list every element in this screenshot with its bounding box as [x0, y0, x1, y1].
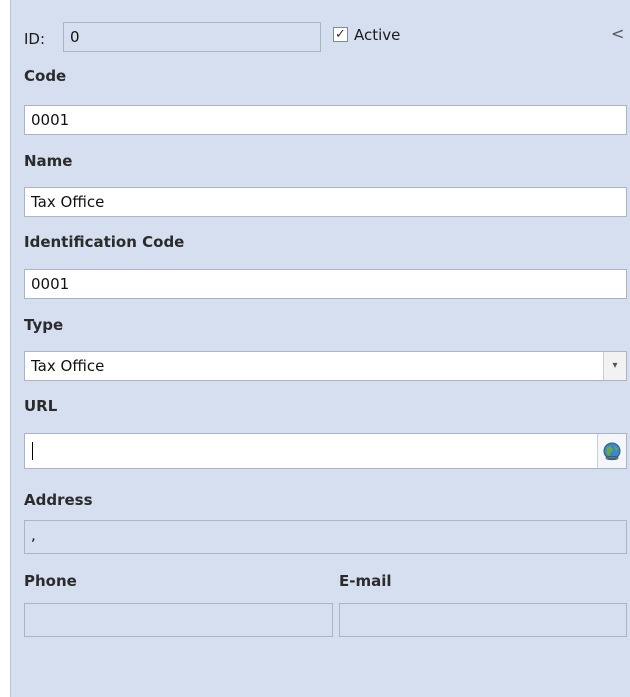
details-panel: ID: 0 ✓ Active < Code 0001 Name Tax Offi… — [10, 0, 630, 697]
phone-field — [24, 603, 333, 637]
address-field: , — [24, 520, 627, 554]
name-label: Name — [24, 152, 73, 170]
collapse-panel-button[interactable]: < — [611, 24, 624, 43]
code-input[interactable]: 0001 — [24, 105, 627, 135]
check-icon: ✓ — [335, 27, 346, 42]
type-select[interactable]: Tax Office ▾ — [24, 351, 627, 381]
url-input[interactable] — [24, 433, 627, 469]
identification-code-input[interactable]: 0001 — [24, 269, 627, 299]
code-label: Code — [24, 67, 67, 85]
id-label: ID: — [24, 30, 46, 48]
active-label: Active — [354, 26, 401, 44]
name-input[interactable]: Tax Office — [24, 187, 627, 217]
email-field — [339, 603, 627, 637]
identification-code-label: Identification Code — [24, 233, 185, 251]
type-select-value: Tax Office — [31, 357, 105, 375]
address-label: Address — [24, 491, 93, 509]
url-label: URL — [24, 397, 58, 415]
email-label: E-mail — [339, 572, 392, 590]
text-caret — [32, 442, 33, 460]
type-label: Type — [24, 316, 64, 334]
active-checkbox[interactable]: ✓ — [333, 27, 348, 42]
globe-icon[interactable] — [597, 434, 626, 468]
chevron-down-icon[interactable]: ▾ — [603, 352, 626, 380]
id-field: 0 — [63, 22, 321, 52]
phone-label: Phone — [24, 572, 77, 590]
